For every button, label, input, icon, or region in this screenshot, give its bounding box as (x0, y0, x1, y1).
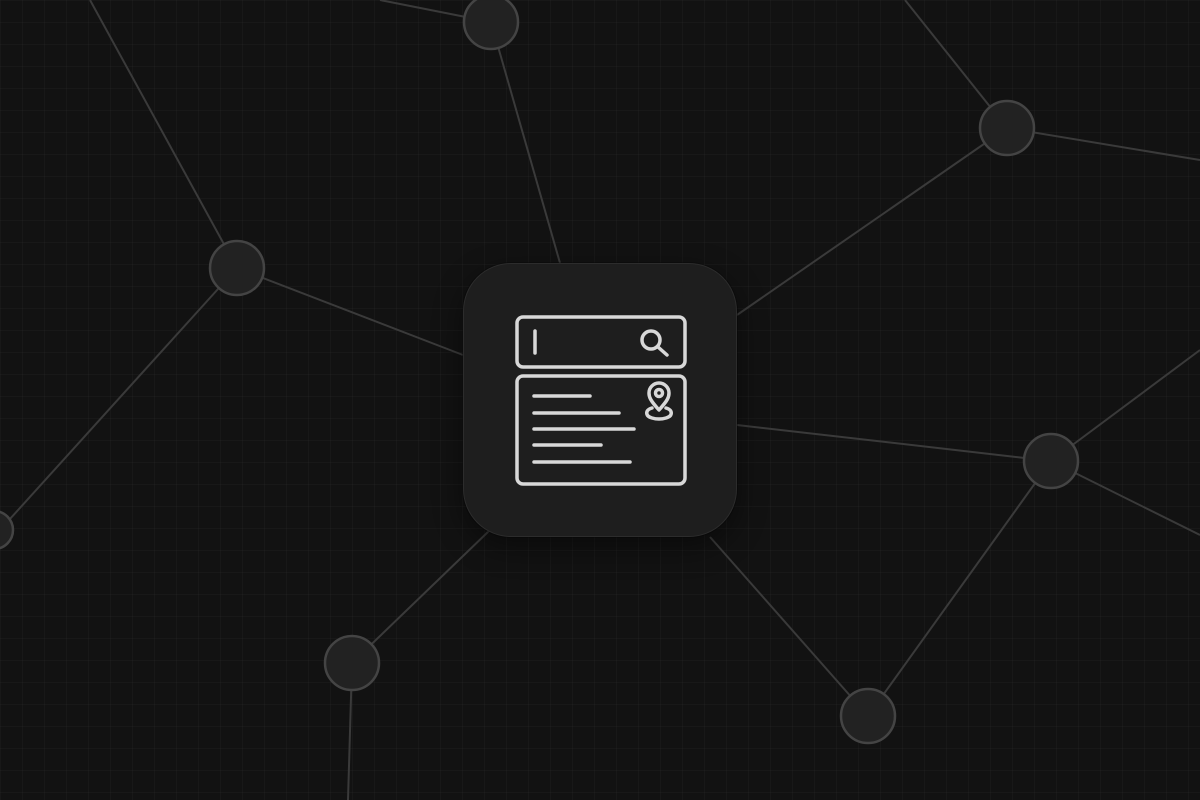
network-edge (351, 529, 491, 664)
network-node (978, 99, 1036, 157)
search-results-map-pin-icon (515, 315, 687, 486)
network-edge (736, 127, 1008, 316)
network-edge (236, 267, 464, 356)
network-edge (0, 267, 238, 531)
network-node (323, 634, 381, 692)
background-canvas (0, 0, 1200, 800)
network-edge (490, 21, 561, 264)
network-edge (709, 536, 869, 717)
network-edge (867, 460, 1052, 717)
app-icon-tile[interactable] (463, 263, 737, 537)
network-node (462, 0, 520, 51)
network-edge (89, 0, 238, 269)
network-node (839, 687, 897, 745)
text-lines (532, 394, 636, 464)
search-icon (640, 329, 669, 357)
network-edge (1006, 127, 1200, 161)
network-node (1022, 432, 1080, 490)
network-node (208, 239, 266, 297)
map-pin-icon (645, 381, 673, 421)
network-edge (736, 424, 1052, 462)
